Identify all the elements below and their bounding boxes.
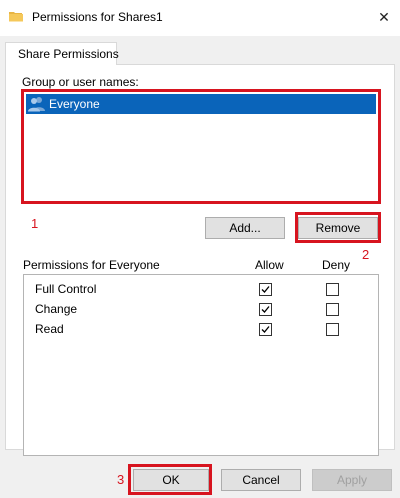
user-list[interactable]: Everyone [23, 91, 379, 202]
close-icon: ✕ [378, 8, 390, 25]
permission-name: Read [35, 322, 64, 336]
deny-checkbox[interactable] [326, 323, 339, 336]
permissions-title: Permissions for Everyone [23, 258, 160, 272]
apply-button[interactable]: Apply [312, 469, 392, 491]
list-item-everyone[interactable]: Everyone [26, 94, 376, 114]
annotation-marker-2: 2 [362, 247, 370, 262]
window-title: Permissions for Shares1 [32, 10, 163, 24]
annotation-marker-1: 1 [31, 216, 39, 231]
allow-checkbox[interactable] [259, 303, 272, 316]
close-button[interactable]: ✕ [370, 4, 398, 30]
group-or-user-names-label: Group or user names: [22, 75, 139, 89]
cancel-button[interactable]: Cancel [221, 469, 301, 491]
add-button[interactable]: Add... [205, 217, 285, 239]
ok-button[interactable]: OK [133, 469, 209, 491]
remove-button[interactable]: Remove [298, 217, 378, 239]
allow-checkbox[interactable] [259, 283, 272, 296]
users-icon [28, 96, 46, 112]
deny-checkbox[interactable] [326, 283, 339, 296]
permission-name: Change [35, 302, 78, 316]
allow-checkbox[interactable] [259, 323, 272, 336]
tab-label: Share Permissions [18, 47, 119, 61]
allow-header: Allow [255, 258, 284, 272]
folder-icon [9, 11, 23, 22]
deny-checkbox[interactable] [326, 303, 339, 316]
permission-name: Full Control [35, 282, 97, 296]
user-name: Everyone [49, 97, 100, 111]
annotation-marker-3: 3 [117, 472, 125, 487]
deny-header: Deny [322, 258, 351, 272]
tab-share-permissions[interactable]: Share Permissions [5, 42, 119, 65]
